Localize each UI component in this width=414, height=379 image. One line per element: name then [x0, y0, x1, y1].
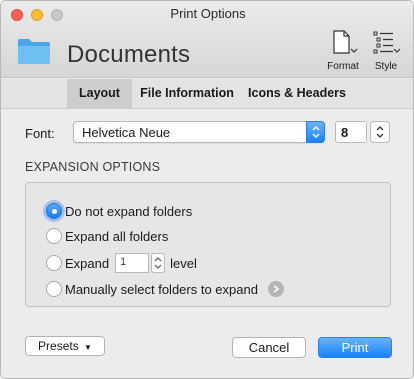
layout-panel: Font: Helvetica Neue 8 EXPANSION OPTIONS: [1, 110, 413, 378]
select-folders-arrow-button[interactable]: [267, 281, 284, 297]
print-options-window: Print Options Documents Format Style Lay…: [0, 0, 414, 379]
option-label: Expand all folders: [65, 228, 169, 244]
option-expand-level[interactable]: Expand 1 level: [46, 253, 197, 273]
style-label: Style: [374, 61, 398, 72]
expand-level-field[interactable]: 1: [115, 253, 150, 273]
format-label: Format: [327, 61, 359, 72]
titlebar: Print Options Documents Format Style: [1, 1, 413, 78]
chevron-down-icon: ▼: [84, 343, 92, 352]
font-size-value: 8: [341, 125, 349, 140]
level-label: level: [170, 255, 197, 271]
radio-button-selected[interactable]: [46, 203, 62, 219]
expand-level-value: 1: [120, 256, 127, 268]
format-button[interactable]: Format: [322, 29, 364, 72]
tab-layout[interactable]: Layout: [67, 79, 132, 108]
option-label: Manually select folders to expand: [65, 281, 258, 297]
font-label: Font:: [25, 126, 55, 141]
chevron-right-icon: [273, 285, 280, 293]
tab-icons-headers[interactable]: Icons & Headers: [241, 79, 353, 108]
cancel-button[interactable]: Cancel: [232, 337, 306, 358]
format-icon: [333, 30, 358, 54]
option-expand-all[interactable]: Expand all folders: [46, 226, 168, 246]
style-button[interactable]: Style: [365, 29, 407, 72]
document-title: Documents: [67, 41, 191, 68]
radio-button[interactable]: [46, 281, 62, 297]
font-family-popup[interactable]: Helvetica Neue: [73, 121, 325, 143]
radio-button[interactable]: [46, 255, 62, 271]
option-manual-select[interactable]: Manually select folders to expand: [46, 279, 284, 299]
radio-button[interactable]: [46, 228, 62, 244]
folder-icon: [18, 39, 50, 64]
expansion-options-group: Do not expand folders Expand all folders…: [25, 182, 391, 307]
style-icon: [373, 31, 401, 54]
tab-bar: Layout File Information Icons & Headers: [1, 79, 413, 109]
print-button[interactable]: Print: [318, 337, 392, 358]
font-family-value: Helvetica Neue: [82, 125, 171, 140]
tab-file-information[interactable]: File Information: [135, 79, 239, 108]
font-size-field[interactable]: 8: [335, 121, 367, 143]
stepper-arrows-icon: [154, 257, 162, 269]
window-title: Print Options: [170, 6, 246, 21]
popup-arrows-icon: [306, 121, 325, 143]
stepper-arrows-icon: [376, 126, 384, 138]
option-label: Expand: [65, 255, 110, 271]
font-size-stepper[interactable]: [370, 121, 390, 143]
expansion-options-title: EXPANSION OPTIONS: [25, 160, 161, 174]
presets-label: Presets: [38, 339, 79, 353]
expand-level-stepper[interactable]: [151, 253, 166, 273]
presets-button[interactable]: Presets ▼: [25, 336, 105, 356]
option-do-not-expand[interactable]: Do not expand folders: [46, 201, 192, 221]
option-label: Do not expand folders: [65, 203, 193, 219]
